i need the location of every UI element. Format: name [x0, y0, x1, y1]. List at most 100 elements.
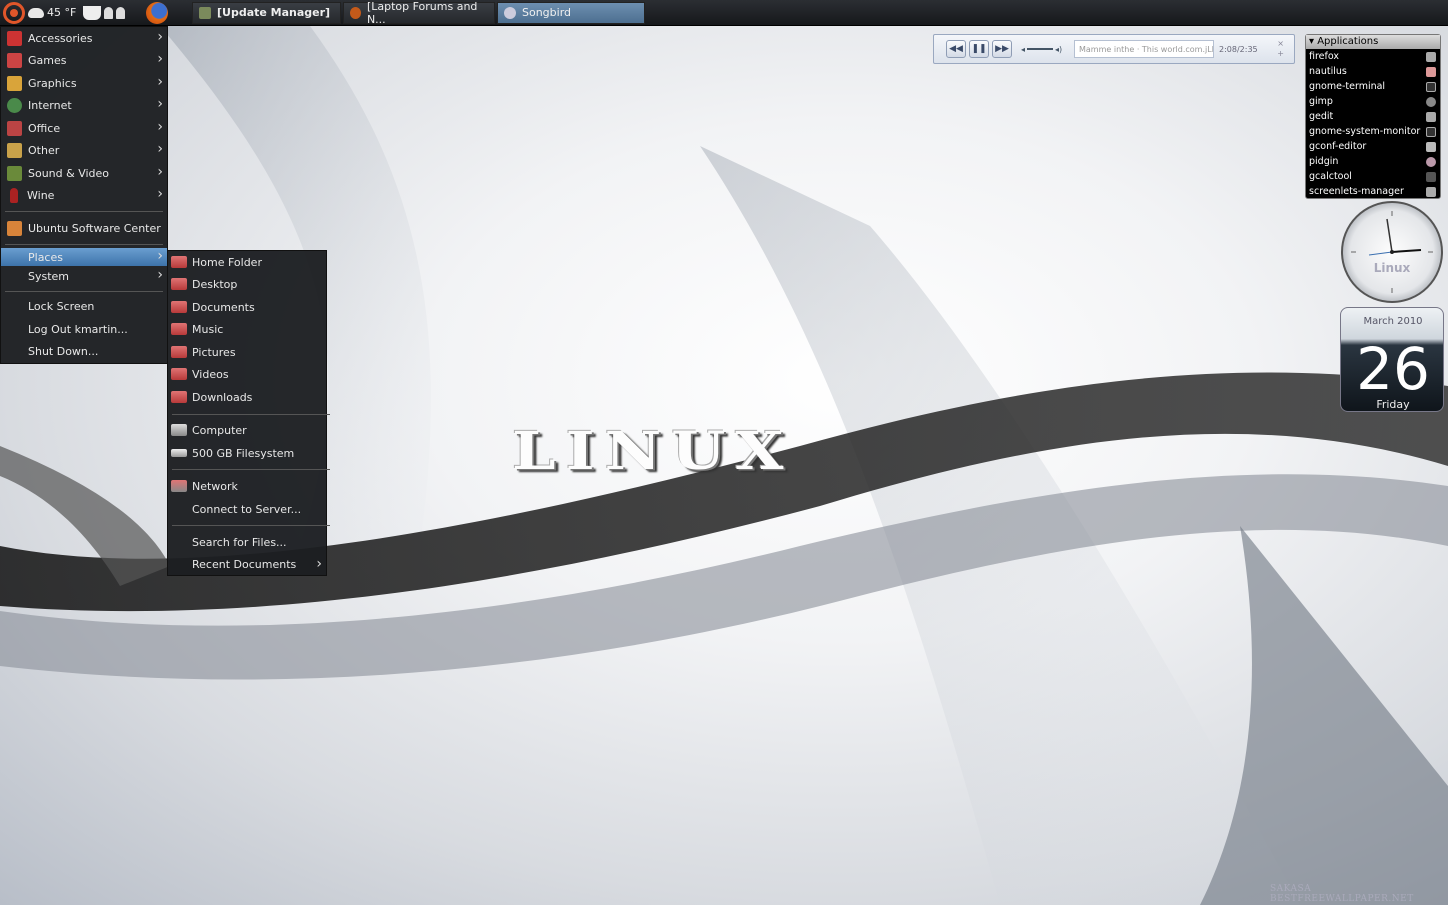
- chevron-right-icon: ›: [157, 51, 163, 67]
- menu-label: Log Out kmartin...: [28, 322, 128, 336]
- chevron-right-icon: ›: [157, 186, 163, 202]
- terminal-icon: [1426, 82, 1436, 92]
- gear-icon: [1426, 187, 1436, 197]
- caffeine-cup-icon[interactable]: [83, 5, 102, 20]
- places-search-files[interactable]: Search for Files...: [168, 531, 326, 553]
- other-icon: [7, 142, 22, 158]
- task-songbird[interactable]: Songbird: [497, 1, 645, 24]
- menu-label: Music: [192, 322, 224, 336]
- next-track-button[interactable]: ▶▶: [992, 40, 1012, 58]
- ubuntu-menu-icon[interactable]: [3, 1, 25, 24]
- menu-item-lock-screen[interactable]: Lock Screen: [1, 295, 167, 317]
- task-label: Songbird: [522, 6, 572, 19]
- places-network[interactable]: Network: [168, 475, 326, 497]
- task-update-manager[interactable]: [Update Manager]: [192, 1, 341, 24]
- menu-item-shut-down[interactable]: Shut Down...: [1, 340, 167, 362]
- chevron-right-icon: ›: [157, 267, 163, 283]
- calendar-month: March 2010: [1363, 316, 1423, 327]
- menu-separator: [5, 244, 163, 245]
- chevron-right-icon: ›: [157, 119, 163, 135]
- app-gedit[interactable]: gedit: [1306, 109, 1440, 124]
- computer-icon: [171, 424, 187, 436]
- previous-track-button[interactable]: ◀◀: [946, 40, 966, 58]
- places-recent-documents[interactable]: Recent Documents ›: [168, 553, 326, 575]
- places-computer[interactable]: Computer: [168, 419, 326, 441]
- places-filesystem[interactable]: 500 GB Filesystem: [168, 442, 326, 464]
- task-laptop-forums[interactable]: [Laptop Forums and N...: [343, 0, 495, 26]
- menu-item-internet[interactable]: Internet ›: [1, 94, 167, 116]
- songbird-mini-player: ◀◀ ❚❚ ▶▶ ◂ ◂) Mamme inthe · This world.c…: [933, 34, 1295, 64]
- places-videos[interactable]: Videos: [168, 363, 326, 385]
- menu-label: Documents: [192, 300, 255, 314]
- ghost-icon-2[interactable]: [116, 6, 126, 19]
- graphics-icon: [7, 75, 22, 91]
- temperature-text[interactable]: 45 °F: [47, 6, 76, 19]
- firefox-launcher-icon[interactable]: [146, 1, 169, 24]
- gear-icon: [1426, 52, 1436, 62]
- ghost-icon[interactable]: [104, 6, 114, 19]
- calculator-icon: [1426, 172, 1436, 182]
- menu-separator: [5, 291, 163, 292]
- places-music[interactable]: Music: [168, 318, 326, 340]
- places-documents[interactable]: Documents: [168, 296, 326, 318]
- chevron-right-icon: ›: [157, 248, 163, 264]
- weather-cloud-icon[interactable]: [28, 7, 44, 18]
- menu-item-graphics[interactable]: Graphics ›: [1, 72, 167, 94]
- app-pidgin[interactable]: pidgin: [1306, 154, 1440, 169]
- menu-label: Connect to Server...: [192, 502, 302, 516]
- folder-music-icon: [171, 323, 187, 335]
- menu-label: Home Folder: [192, 255, 262, 269]
- menu-label: System: [28, 269, 70, 283]
- clock-widget: Linux: [1341, 201, 1443, 303]
- calendar-widget: March 2010 26 Friday: [1340, 307, 1444, 412]
- app-screenlets-manager[interactable]: screenlets-manager: [1306, 184, 1440, 199]
- places-connect-server[interactable]: Connect to Server...: [168, 498, 326, 520]
- app-nautilus[interactable]: nautilus: [1306, 64, 1440, 79]
- applications-menu: Accessories › Games › Graphics › Interne…: [0, 26, 168, 364]
- linux-logo: LINUX: [512, 419, 794, 482]
- update-manager-icon: [199, 6, 211, 19]
- places-downloads[interactable]: Downloads: [168, 386, 326, 408]
- places-desktop[interactable]: Desktop: [168, 273, 326, 295]
- pause-button[interactable]: ❚❚: [969, 40, 989, 58]
- firefox-icon: [350, 6, 361, 19]
- menu-item-system[interactable]: System ›: [1, 266, 167, 286]
- menu-item-games[interactable]: Games ›: [1, 49, 167, 71]
- menu-item-office[interactable]: Office ›: [1, 117, 167, 139]
- menu-item-places[interactable]: Places ›: [1, 248, 167, 266]
- app-gconf-editor[interactable]: gconf-editor: [1306, 139, 1440, 154]
- app-gnome-terminal[interactable]: gnome-terminal: [1306, 79, 1440, 94]
- menu-item-log-out[interactable]: Log Out kmartin...: [1, 318, 167, 340]
- menu-label: Computer: [192, 423, 247, 437]
- menu-separator: [172, 414, 330, 415]
- gimp-icon: [1426, 97, 1436, 107]
- clock-minute-hand: [1386, 218, 1393, 253]
- menu-separator: [172, 469, 330, 470]
- menu-label: 500 GB Filesystem: [192, 446, 295, 460]
- menu-item-other[interactable]: Other ›: [1, 139, 167, 161]
- app-gnome-system-monitor[interactable]: gnome-system-monitor: [1306, 124, 1440, 139]
- folder-documents-icon: [171, 301, 187, 313]
- menu-item-wine[interactable]: Wine ›: [1, 184, 167, 206]
- menu-item-software-center[interactable]: Ubuntu Software Center: [1, 217, 167, 239]
- volume-slider[interactable]: ◂ ◂): [1021, 44, 1071, 54]
- places-home-folder[interactable]: Home Folder: [168, 251, 326, 273]
- folder-videos-icon: [171, 368, 187, 380]
- menu-label: Wine: [27, 188, 55, 202]
- app-gimp[interactable]: gimp: [1306, 94, 1440, 109]
- close-icon[interactable]: × +: [1277, 39, 1284, 59]
- track-title: Mamme inthe · This world.com.jLB: [1074, 40, 1214, 58]
- menu-item-accessories[interactable]: Accessories ›: [1, 27, 167, 49]
- menu-item-sound-video[interactable]: Sound & Video ›: [1, 162, 167, 184]
- task-label: [Laptop Forums and N...: [366, 0, 478, 26]
- applications-header[interactable]: ▾ Applications: [1306, 35, 1440, 49]
- app-firefox[interactable]: firefox: [1306, 49, 1440, 64]
- menu-label: Downloads: [192, 390, 253, 404]
- network-icon: [171, 480, 187, 492]
- menu-label: Places: [28, 250, 63, 264]
- top-panel: 45 °F [Update Manager] [Laptop Forums an…: [0, 0, 1448, 26]
- app-gcalctool[interactable]: gcalctool: [1306, 169, 1440, 184]
- places-pictures[interactable]: Pictures: [168, 341, 326, 363]
- harddisk-icon: [171, 449, 187, 457]
- wallpaper-credit: SAKASA BESTFREEWALLPAPER.NET: [1270, 884, 1414, 904]
